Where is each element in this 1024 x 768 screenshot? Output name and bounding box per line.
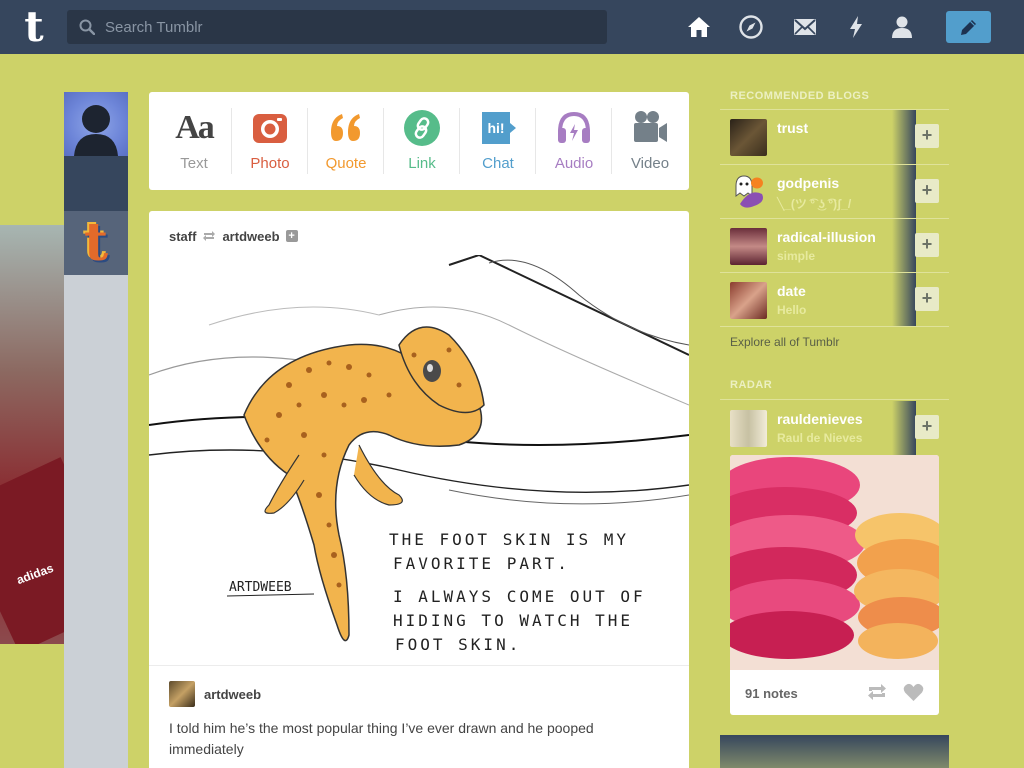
post-type-link-label: Link (408, 155, 436, 172)
quote-icon (331, 114, 360, 141)
blog-avatar[interactable] (730, 119, 767, 156)
heart-icon[interactable] (903, 683, 924, 702)
blog-name[interactable]: rauldenieves (777, 411, 863, 427)
divider (149, 665, 689, 666)
activity-icon[interactable] (843, 14, 869, 40)
search-icon (79, 19, 95, 35)
blog-name[interactable]: godpenis (777, 175, 839, 191)
post-type-link[interactable]: Link (384, 92, 460, 190)
divider (720, 399, 949, 400)
blog-name[interactable]: radical-illusion (777, 229, 876, 245)
follow-button[interactable]: + (915, 287, 939, 311)
sidebar-ad-preview (720, 735, 949, 768)
blog-title: ╲_(ツ ͡° ͜ʖ ͡°)ʃ_/ (777, 197, 852, 211)
post-type-photo-label: Photo (250, 155, 290, 172)
reblogger-name[interactable]: staff (169, 229, 196, 244)
svg-text:THE FOOT SKIN IS MY: THE FOOT SKIN IS MY (389, 530, 629, 549)
staff-avatar[interactable]: t (64, 211, 128, 275)
svg-text:HIDING TO WATCH THE: HIDING TO WATCH THE (393, 611, 633, 630)
search-input[interactable] (105, 10, 595, 44)
search-box[interactable] (67, 10, 607, 44)
recommended-blog-row[interactable]: godpenis ╲_(ツ ͡° ͜ʖ ͡°)ʃ_/ + (720, 165, 949, 219)
post-type-audio-label: Audio (554, 155, 594, 172)
post-type-chat[interactable]: hi! Chat (460, 92, 536, 190)
post-type-quote[interactable]: Quote (308, 92, 384, 190)
radar-title: RADAR (730, 379, 773, 391)
post-type-bar: Aa Text Photo Quote Link hi! Chat Audio … (149, 92, 689, 190)
reblog-arrow-icon (203, 231, 216, 241)
tumblr-logo[interactable]: t (14, 5, 54, 49)
follow-button[interactable]: + (915, 415, 939, 439)
blog-title: simple (777, 249, 816, 263)
chat-icon: hi! (482, 112, 516, 144)
caption-author-name[interactable]: artdweeb (204, 687, 261, 702)
sugar-sculpture-image (730, 455, 939, 670)
post-type-video[interactable]: Video (612, 92, 688, 190)
blog-name[interactable]: date (777, 283, 806, 299)
top-navigation-bar: t (0, 0, 1024, 54)
post-type-photo[interactable]: Photo (232, 92, 308, 190)
post-type-quote-label: Quote (325, 155, 367, 172)
post-caption: I told him he’s the most popular thing I… (169, 720, 594, 757)
ghost-eggplant-emoji-icon (735, 175, 763, 208)
follow-button[interactable]: + (915, 179, 939, 203)
post-type-text-label: Text (180, 155, 208, 172)
explore-all-link[interactable]: Explore all of Tumblr (730, 335, 839, 349)
account-icon[interactable] (889, 14, 915, 40)
post-header: staff artdweeb + (169, 227, 298, 245)
caption-author-avatar[interactable] (169, 681, 195, 707)
blog-avatar[interactable] (730, 282, 767, 319)
recommended-blog-row[interactable]: radical-illusion simple + (720, 219, 949, 273)
source-blog-name[interactable]: artdweeb (222, 229, 279, 244)
default-avatar-silhouette-icon (74, 105, 118, 156)
artist-signature: ARTDWEEB (229, 580, 292, 595)
post-type-video-label: Video (630, 155, 670, 172)
gecko-drawing: THE FOOT SKIN IS MY FAVORITE PART. I ALW… (149, 255, 689, 665)
avatar-column (64, 92, 128, 768)
text-icon: Aa (175, 109, 215, 146)
blog-avatar[interactable] (730, 228, 767, 265)
avatar-rail (64, 275, 128, 768)
follow-plus-icon[interactable]: + (285, 230, 298, 242)
home-icon[interactable] (686, 14, 712, 40)
follow-button[interactable]: + (915, 124, 939, 148)
link-icon (404, 110, 440, 146)
svg-text:FOOT SKIN.: FOOT SKIN. (395, 635, 521, 654)
recommended-blog-row[interactable]: trust + (720, 110, 949, 164)
camera-icon (253, 114, 287, 143)
post-type-chat-label: Chat (482, 155, 514, 172)
recommended-blog-row[interactable]: date Hello + (720, 273, 949, 327)
staff-logo: t (83, 212, 109, 273)
background-photo: adidas (0, 225, 64, 644)
svg-text:hi!: hi! (487, 120, 504, 136)
headphones-icon (558, 111, 590, 143)
explore-icon[interactable] (738, 14, 764, 40)
notes-count[interactable]: 91 notes (745, 686, 798, 701)
post-card: staff artdweeb + THE FOOT SKIN IS MY FAV… (149, 211, 689, 768)
blog-name[interactable]: trust (777, 120, 808, 136)
inbox-icon[interactable] (792, 14, 818, 40)
svg-text:FAVORITE PART.: FAVORITE PART. (393, 554, 570, 573)
compose-button[interactable] (946, 11, 991, 43)
post-type-text[interactable]: Aa Text (156, 92, 232, 190)
radar-post-card[interactable]: 91 notes (730, 455, 939, 715)
blog-title: Hello (777, 303, 807, 317)
follow-button[interactable]: + (915, 233, 939, 257)
user-avatar[interactable] (64, 92, 128, 156)
reblog-icon[interactable] (866, 683, 888, 701)
radar-blog-row[interactable]: rauldenieves Raul de Nieves + (720, 401, 949, 455)
recommended-blogs-title: RECOMMENDED BLOGS (730, 90, 870, 102)
blog-avatar[interactable] (730, 410, 767, 447)
pencil-icon (961, 20, 976, 35)
divider (720, 326, 949, 327)
post-type-audio[interactable]: Audio (536, 92, 612, 190)
blog-avatar[interactable] (730, 174, 767, 211)
blog-title: Raul de Nieves (777, 431, 863, 445)
video-camera-icon (634, 111, 667, 142)
svg-text:I ALWAYS COME OUT OF: I ALWAYS COME OUT OF (393, 587, 646, 606)
radar-post-photo[interactable] (730, 455, 939, 670)
